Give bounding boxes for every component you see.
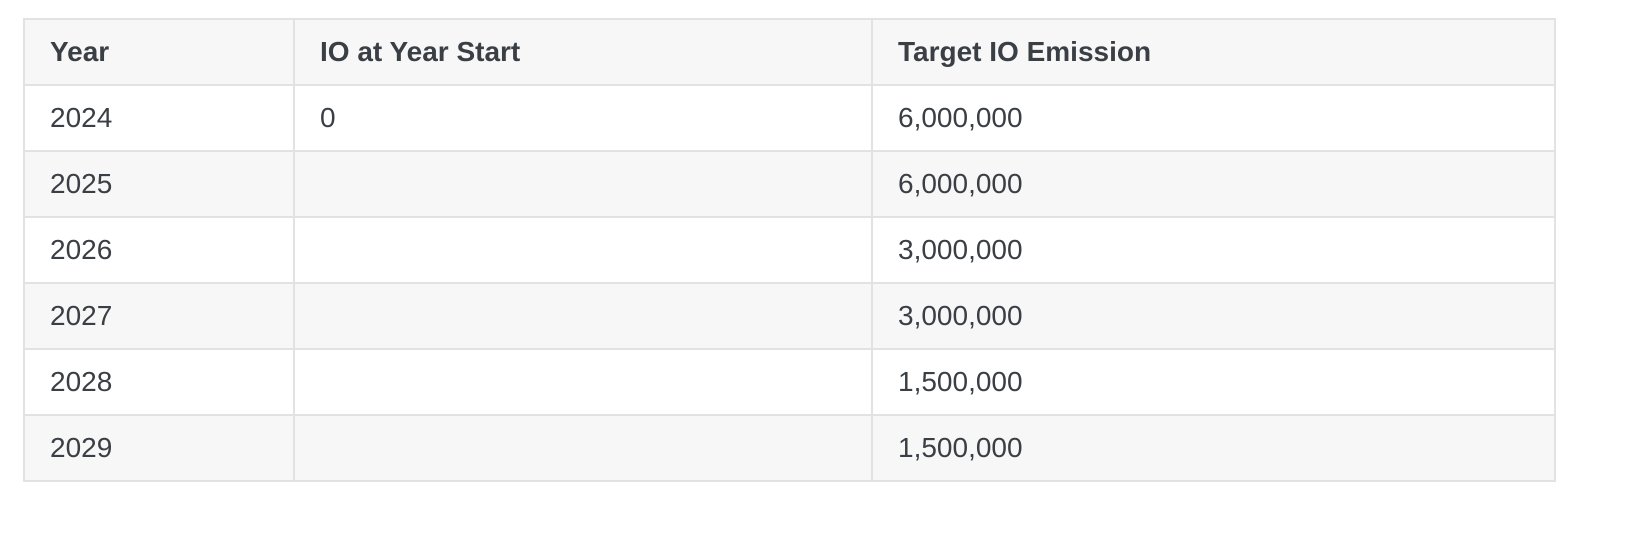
table-row: 2024 0 6,000,000: [23, 84, 1556, 152]
cell-target-io-emission: 6,000,000: [871, 84, 1556, 152]
cell-io-at-year-start: [293, 348, 873, 416]
cell-year: 2024: [23, 84, 295, 152]
cell-year: 2029: [23, 414, 295, 482]
column-header-target-io-emission: Target IO Emission: [871, 18, 1556, 86]
cell-target-io-emission: 3,000,000: [871, 282, 1556, 350]
table-row: 2027 3,000,000: [23, 282, 1556, 350]
cell-year: 2025: [23, 150, 295, 218]
cell-target-io-emission: 1,500,000: [871, 348, 1556, 416]
table-body: 2024 0 6,000,000 2025 6,000,000 2026 3,0…: [23, 84, 1556, 482]
header-row: Year IO at Year Start Target IO Emission: [23, 18, 1556, 86]
emission-schedule-table: Year IO at Year Start Target IO Emission…: [23, 18, 1556, 482]
table-row: 2026 3,000,000: [23, 216, 1556, 284]
emission-table-container: Year IO at Year Start Target IO Emission…: [23, 18, 1556, 482]
cell-io-at-year-start: [293, 150, 873, 218]
cell-io-at-year-start: [293, 414, 873, 482]
cell-io-at-year-start: [293, 282, 873, 350]
table-row: 2029 1,500,000: [23, 414, 1556, 482]
cell-io-at-year-start: 0: [293, 84, 873, 152]
column-header-year: Year: [23, 18, 295, 86]
table-row: 2025 6,000,000: [23, 150, 1556, 218]
cell-target-io-emission: 1,500,000: [871, 414, 1556, 482]
cell-target-io-emission: 6,000,000: [871, 150, 1556, 218]
cell-year: 2027: [23, 282, 295, 350]
column-header-io-at-year-start: IO at Year Start: [293, 18, 873, 86]
cell-year: 2028: [23, 348, 295, 416]
table-row: 2028 1,500,000: [23, 348, 1556, 416]
table-header: Year IO at Year Start Target IO Emission: [23, 18, 1556, 86]
cell-io-at-year-start: [293, 216, 873, 284]
cell-year: 2026: [23, 216, 295, 284]
cell-target-io-emission: 3,000,000: [871, 216, 1556, 284]
